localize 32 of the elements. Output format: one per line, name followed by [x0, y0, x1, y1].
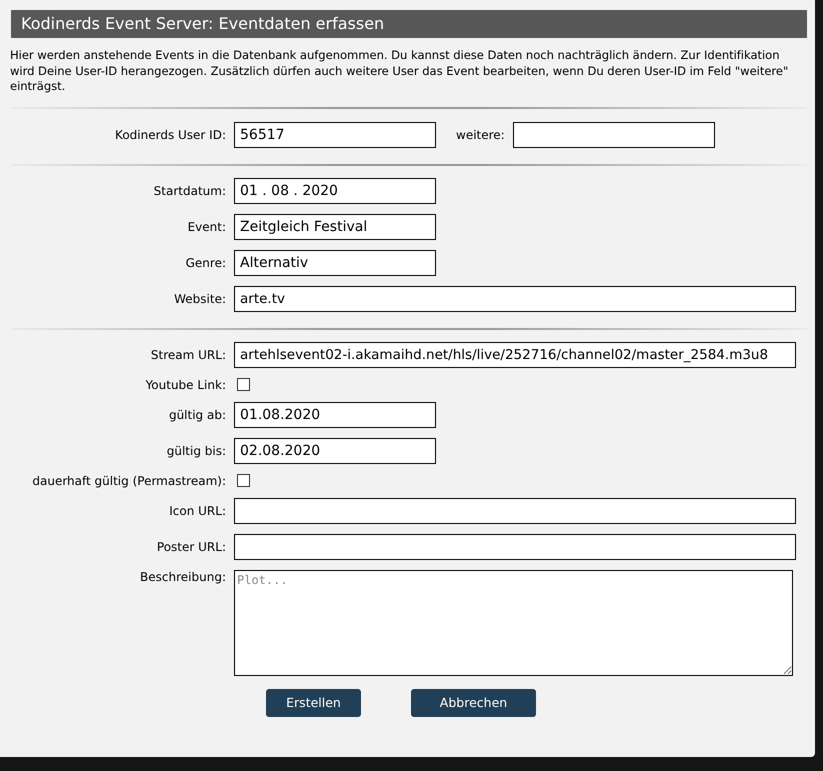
checkbox[interactable]	[237, 474, 250, 487]
field-label: Startdatum:	[152, 184, 226, 198]
field-label: gültig ab:	[168, 408, 226, 422]
input-field[interactable]: 01 . 08 . 2020	[234, 178, 436, 204]
field-label: weitere:	[456, 128, 505, 142]
input-field[interactable]	[234, 534, 796, 560]
intro-text: Hier werden anstehende Events in die Datenbank aufgenommen. Du kannst diese Daten noch nachträglich ändern. Zur Identifikation wird Deine User-ID herangezogen. Zusätzlich dürfen auch weitere User das Event bearbeiten, wenn Du deren User-ID im Feld "weitere" einträgst.	[10, 48, 790, 94]
create-button[interactable]: Erstellen	[266, 688, 361, 716]
field-label: Icon URL:	[168, 504, 226, 518]
field-label: Youtube Link:	[144, 378, 226, 392]
description-field[interactable]: Plot...	[234, 570, 793, 676]
input-field[interactable]: arte.tv	[234, 286, 796, 312]
window-title: Kodinerds Event Server: Eventdaten erfassen	[11, 10, 807, 38]
field-label: Genre:	[184, 256, 226, 270]
field-label: Beschreibung:	[139, 570, 226, 584]
user-id-field[interactable]: 56517	[234, 122, 436, 148]
input-field[interactable]	[234, 498, 796, 524]
input-field[interactable]: artehlsevent02-i.akamaihd.net/hls/live/252716/channel02/master_2584.m3u8	[234, 342, 796, 368]
field-label: Kodinerds User ID:	[114, 128, 226, 142]
field-label: Event:	[186, 220, 226, 234]
input-field[interactable]: Alternativ	[234, 250, 436, 276]
input-field[interactable]: 01.08.2020	[234, 402, 436, 428]
input-field[interactable]: 02.08.2020	[234, 438, 436, 464]
cancel-button[interactable]: Abbrechen	[411, 688, 536, 716]
checkbox[interactable]	[237, 378, 250, 391]
input-field[interactable]: Zeitgleich Festival	[234, 214, 436, 240]
field-label: Stream URL:	[150, 348, 226, 362]
field-label: Poster URL:	[156, 540, 226, 554]
other-users-field[interactable]	[512, 122, 715, 148]
field-label: Website:	[173, 292, 226, 306]
field-label: dauerhaft gültig (Permastream):	[31, 474, 226, 488]
field-label: gültig bis:	[166, 444, 226, 458]
